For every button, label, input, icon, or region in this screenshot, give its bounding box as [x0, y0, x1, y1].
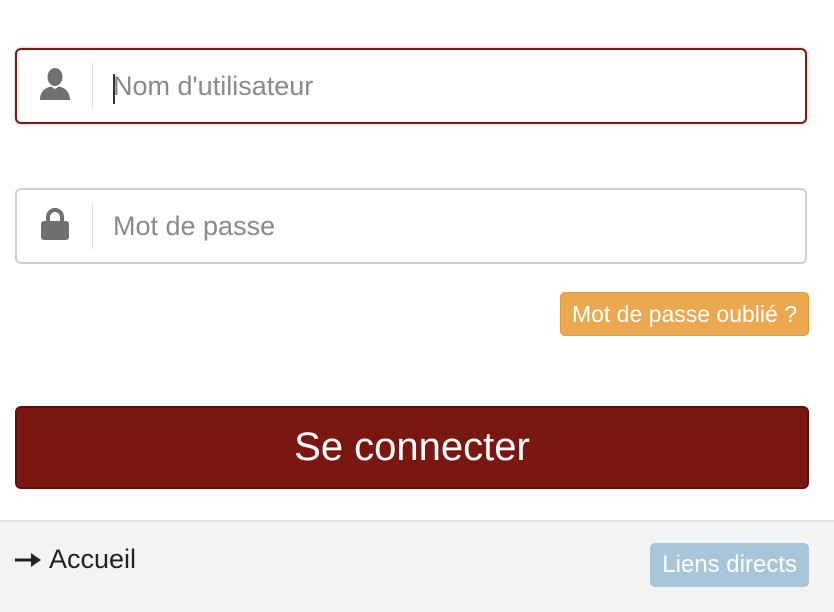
text-caret — [113, 74, 115, 104]
password-field[interactable] — [15, 188, 807, 264]
home-link-label: Accueil — [49, 544, 137, 574]
direct-links-label: Liens directs — [662, 551, 797, 578]
lock-icon — [40, 207, 70, 246]
login-page: Mot de passe oublié ? Se connecter Accue… — [0, 0, 834, 612]
password-input[interactable] — [113, 201, 773, 251]
login-button[interactable]: Se connecter — [15, 406, 809, 489]
forgot-password-button[interactable]: Mot de passe oublié ? — [559, 292, 809, 336]
login-button-label: Se connecter — [294, 425, 530, 469]
footer: Accueil Liens directs — [0, 520, 834, 612]
direct-links-button[interactable]: Liens directs — [650, 543, 809, 587]
username-icon-cell — [17, 63, 93, 109]
user-icon — [39, 67, 71, 106]
forgot-password-label: Mot de passe oublié ? — [571, 300, 797, 327]
arrow-right-icon — [15, 552, 41, 567]
password-icon-cell — [17, 203, 93, 249]
username-input[interactable] — [113, 61, 773, 111]
username-field[interactable] — [15, 48, 807, 124]
home-link[interactable]: Accueil — [15, 544, 136, 575]
